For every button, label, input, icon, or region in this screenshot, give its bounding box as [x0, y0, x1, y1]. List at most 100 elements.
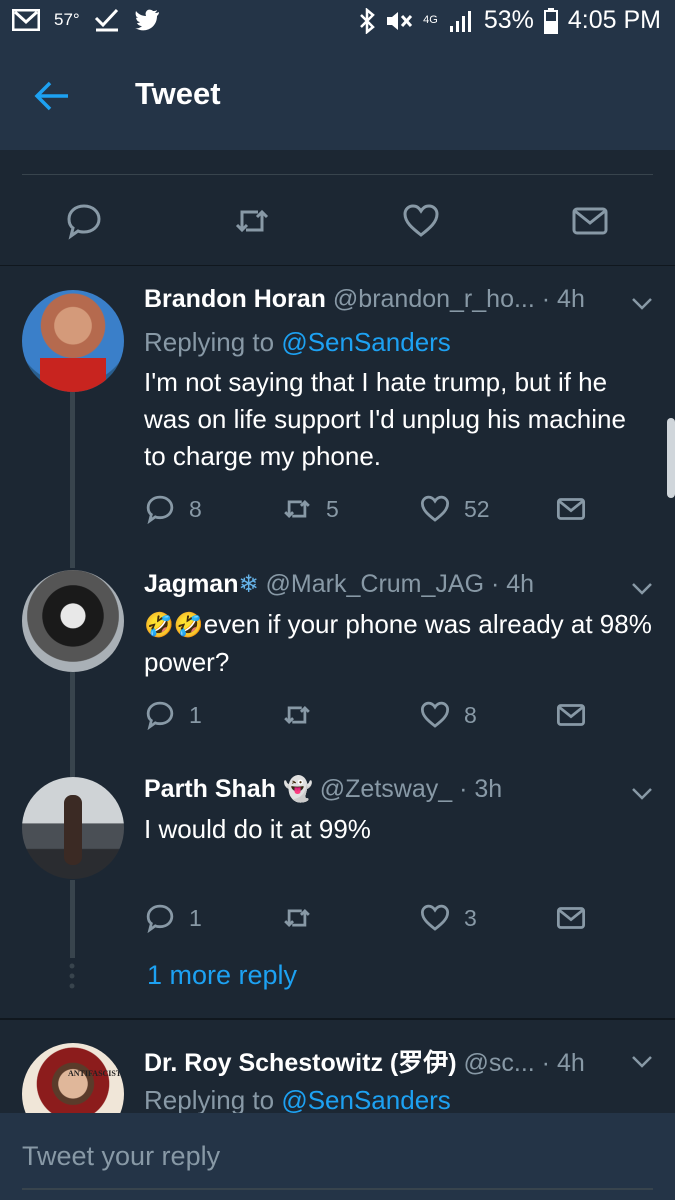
tweet-time: · 4h: [541, 1049, 585, 1077]
temperature: 57°: [54, 10, 80, 29]
author-name[interactable]: Dr. Roy Schestowitz (罗伊): [144, 1049, 457, 1077]
retweet-count: 5: [326, 495, 339, 522]
tweet-text-content: even if your phone was already at 98% po…: [144, 609, 652, 677]
dm-action[interactable]: [556, 494, 586, 524]
reply-header: Jagman❄ @Mark_Crum_JAG · 4h: [144, 570, 534, 599]
like-icon[interactable]: [402, 202, 440, 240]
retweet-icon: [284, 908, 310, 928]
reply-input[interactable]: Tweet your reply: [22, 1141, 220, 1172]
chevron-down-icon[interactable]: [631, 787, 653, 801]
ghost-icon: 👻: [282, 776, 313, 803]
replying-to: Replying to @SenSanders: [144, 1085, 451, 1113]
reply-count: 1: [189, 904, 202, 931]
thread-line: [70, 392, 75, 568]
author-handle[interactable]: @Mark_Crum_JAG: [266, 570, 484, 598]
dm-icon: [556, 704, 586, 726]
snowflake-icon: ❄: [238, 571, 259, 598]
tweet-text: I would do it at 99%: [144, 814, 371, 844]
battery-percent: 53%: [483, 6, 534, 34]
reply-tweet[interactable]: ANTIFASCIST Dr. Roy Schestowitz (罗伊) @sc…: [0, 1043, 675, 1113]
like-count: 3: [464, 904, 477, 931]
dm-icon: [556, 907, 586, 929]
like-icon: [420, 701, 450, 728]
network-label: 4G: [423, 14, 438, 26]
dm-icon[interactable]: [571, 202, 609, 240]
divider: [0, 1018, 675, 1020]
mention-link[interactable]: @SenSanders: [281, 327, 451, 357]
like-count: 8: [464, 701, 477, 728]
chevron-down-icon[interactable]: [631, 582, 653, 596]
avatar[interactable]: [22, 290, 124, 392]
reply-icon: [146, 495, 174, 524]
author-handle[interactable]: @brandon_r_ho...: [333, 285, 535, 313]
tweet-time: · 4h: [490, 570, 535, 598]
like-action[interactable]: 8: [420, 700, 477, 730]
mention-link[interactable]: @SenSanders: [281, 1085, 451, 1113]
reply-header: Dr. Roy Schestowitz (罗伊) @sc... · 4h: [144, 1043, 585, 1079]
page-title: Tweet: [135, 76, 221, 111]
app-bar: Tweet: [0, 46, 675, 150]
tweet-time: · 4h: [541, 285, 585, 313]
chevron-down-icon[interactable]: [631, 1055, 653, 1069]
reply-action[interactable]: 8: [145, 494, 202, 524]
author-handle[interactable]: @sc...: [464, 1049, 535, 1077]
avatar-badge-text: ANTIFASCIST: [68, 1069, 122, 1078]
tweet-time: · 3h: [459, 775, 503, 803]
retweet-icon[interactable]: [233, 202, 271, 240]
avatar-detail: [64, 795, 82, 865]
dm-action[interactable]: [556, 700, 586, 730]
more-replies-link[interactable]: 1 more reply: [147, 960, 297, 991]
back-arrow-icon[interactable]: [34, 80, 70, 112]
like-action[interactable]: 3: [420, 903, 477, 933]
divider: [22, 174, 653, 175]
thread-line: [70, 672, 75, 777]
like-count: 52: [464, 495, 490, 522]
bluetooth-icon: [360, 7, 376, 34]
laughing-emoji-icon: 🤣🤣: [144, 612, 204, 639]
retweet-action[interactable]: [282, 903, 312, 933]
battery-icon: [543, 7, 558, 34]
scrollbar[interactable]: [667, 418, 675, 498]
input-underline: [22, 1188, 653, 1190]
retweet-icon: [284, 705, 310, 725]
check-icon: [94, 8, 118, 32]
chevron-down-icon[interactable]: [631, 297, 653, 311]
reply-action[interactable]: 1: [145, 700, 202, 730]
tweet-text: I'm not saying that I hate trump, but if…: [144, 367, 626, 471]
replying-prefix: Replying to: [144, 327, 275, 357]
author-handle[interactable]: @Zetsway_: [320, 775, 452, 803]
author-name[interactable]: Parth Shah: [144, 775, 276, 803]
reply-action[interactable]: 1: [145, 903, 202, 933]
avatar[interactable]: ANTIFASCIST: [22, 1043, 124, 1113]
reply-composer: Tweet your reply: [0, 1113, 675, 1200]
avatar-detail: [40, 358, 106, 392]
twitter-bird-icon: [134, 9, 159, 31]
tweet-text: 🤣🤣even if your phone was already at 98% …: [144, 606, 654, 681]
dm-action[interactable]: [556, 903, 586, 933]
retweet-action[interactable]: 5: [282, 494, 339, 524]
like-action[interactable]: 52: [420, 494, 490, 524]
author-name[interactable]: Brandon Horan: [144, 285, 326, 313]
status-bar: 57° 4G 53% 4:05 PM: [0, 0, 675, 46]
mail-icon: [12, 9, 40, 31]
avatar[interactable]: [22, 570, 124, 672]
replying-to: Replying to @SenSanders: [144, 327, 451, 358]
like-icon: [420, 495, 450, 522]
retweet-icon: [284, 499, 310, 519]
main-tweet-actions: [0, 150, 675, 266]
dm-icon: [556, 498, 586, 520]
thread-dots: [69, 963, 75, 989]
replying-prefix: Replying to: [144, 1085, 275, 1113]
signal-icon: [449, 10, 471, 32]
reply-header: Brandon Horan @brandon_r_ho... · 4h: [144, 285, 585, 314]
avatar[interactable]: [22, 777, 124, 879]
like-icon: [420, 904, 450, 931]
reply-icon: [146, 701, 174, 730]
retweet-action[interactable]: [282, 700, 312, 730]
reply-header: Parth Shah 👻 @Zetsway_ · 3h: [144, 775, 502, 804]
author-name[interactable]: Jagman: [144, 570, 238, 598]
reply-icon[interactable]: [65, 202, 103, 240]
reply-count: 1: [189, 701, 202, 728]
clock: 4:05 PM: [567, 6, 661, 34]
reply-count: 8: [189, 495, 202, 522]
